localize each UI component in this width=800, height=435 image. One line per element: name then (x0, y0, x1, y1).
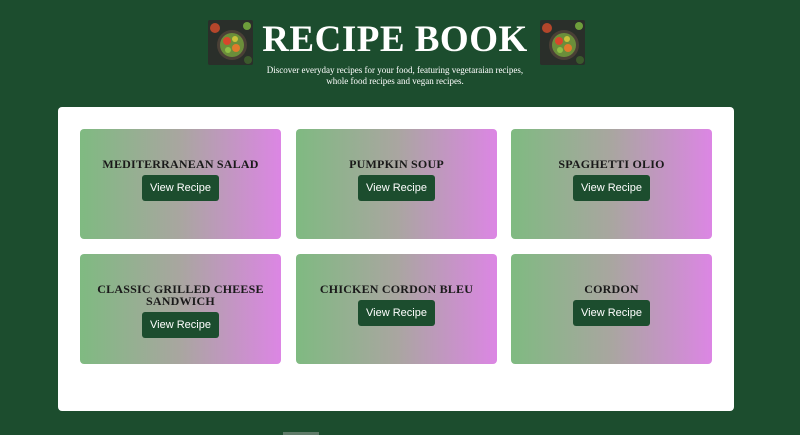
view-recipe-button[interactable]: View Recipe (573, 300, 650, 326)
page-subtitle: Discover everyday recipes for your food,… (266, 65, 524, 86)
page-header: RECIPE BOOK Discover everyday recipes fo… (0, 0, 800, 100)
recipe-card-spaghetti-olio: SPAGHETTI OLIO View Recipe (511, 129, 712, 239)
view-recipe-button[interactable]: View Recipe (573, 175, 650, 201)
recipe-card-title: CHICKEN CORDON BLEU (319, 282, 474, 296)
recipe-card-grilled-cheese: CLASSIC GRILLED CHEESE SANDWICH View Rec… (80, 254, 281, 364)
recipe-card-title: CLASSIC GRILLED CHEESE SANDWICH (97, 282, 264, 308)
food-bowl-image-left (208, 20, 253, 65)
view-recipe-button[interactable]: View Recipe (142, 312, 219, 338)
food-bowl-image-right (540, 20, 585, 65)
recipe-card-title: MEDITERRANEAN SALAD (102, 157, 259, 171)
recipe-card-title: SPAGHETTI OLIO (558, 157, 665, 171)
recipe-card-pumpkin-soup: PUMPKIN SOUP View Recipe (296, 129, 497, 239)
recipe-card-chicken-cordon-bleu: CHICKEN CORDON BLEU View Recipe (296, 254, 497, 364)
recipe-panel: MEDITERRANEAN SALAD View Recipe PUMPKIN … (58, 107, 734, 411)
view-recipe-button[interactable]: View Recipe (358, 300, 435, 326)
recipe-card-title: PUMPKIN SOUP (349, 157, 444, 171)
view-recipe-button[interactable]: View Recipe (142, 175, 219, 201)
view-recipe-button[interactable]: View Recipe (358, 175, 435, 201)
recipe-card-title: CORDON (584, 282, 639, 296)
recipe-card-mediterranean-salad: MEDITERRANEAN SALAD View Recipe (80, 129, 281, 239)
page-title: RECIPE BOOK (262, 19, 528, 60)
recipe-card-cordon: CORDON View Recipe (511, 254, 712, 364)
